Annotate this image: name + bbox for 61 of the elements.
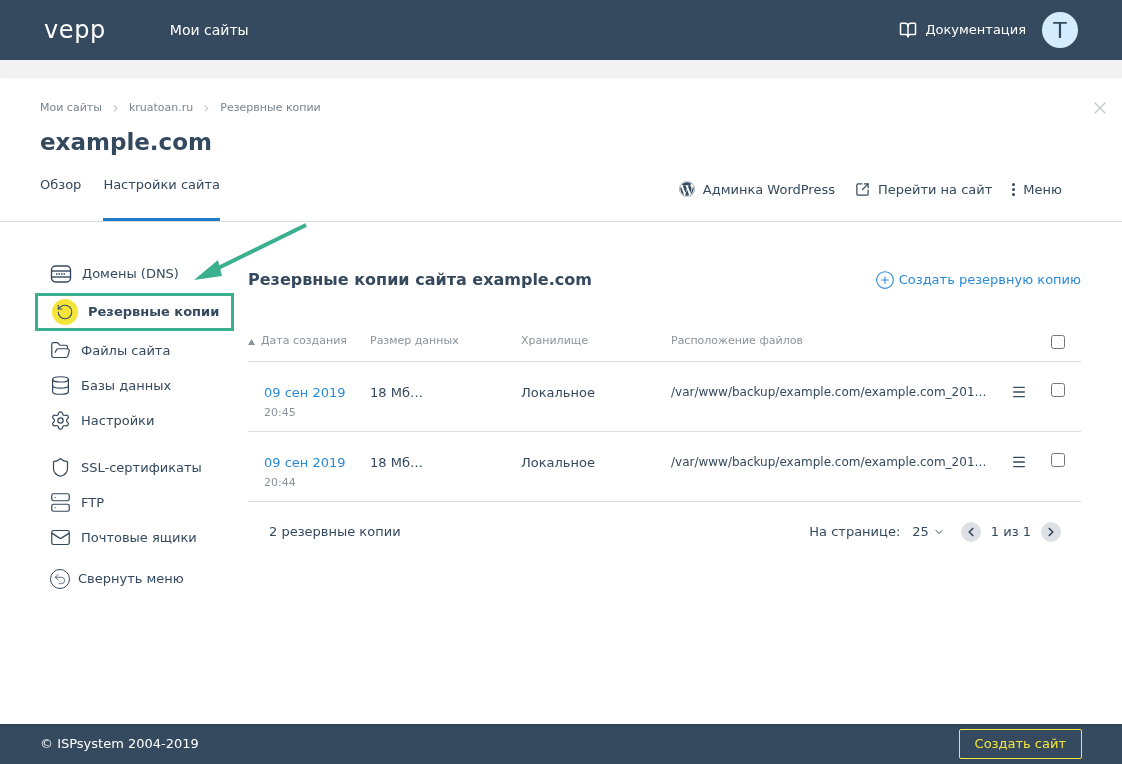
menu-button[interactable]: Меню xyxy=(1012,179,1062,199)
create-site-button[interactable]: Создать сайт xyxy=(958,729,1082,759)
next-page-button[interactable] xyxy=(1041,522,1061,542)
more-icon xyxy=(1012,182,1016,196)
external-link-icon xyxy=(854,181,870,197)
shield-icon xyxy=(50,457,71,478)
previous-page-button[interactable] xyxy=(960,522,981,542)
database-icon xyxy=(50,375,71,396)
section-heading: Резервные копии сайта example.com xyxy=(248,269,592,291)
date-link[interactable]: 09 сен 2019 xyxy=(264,453,370,473)
wordpress-admin-link[interactable]: Админка WordPress xyxy=(678,179,835,199)
server-icon xyxy=(50,492,71,513)
sidebar-item[interactable]: Файлы сайта xyxy=(36,333,183,368)
table-cell-text: /var/www/backup/example.com/example.com_201… xyxy=(671,384,988,401)
table-cell-text: 18 Мб… xyxy=(370,454,424,472)
create-backup-button[interactable]: Создать резервную копию xyxy=(874,270,1081,290)
book-icon xyxy=(899,21,918,39)
sidebar-item[interactable]: SSL-сертификаты xyxy=(36,450,214,485)
sidebar-item[interactable]: Резервные копии xyxy=(35,293,235,331)
table-cell-text: /var/www/backup/example.com/example.com_201… xyxy=(671,454,988,471)
docs-link[interactable]: Документация xyxy=(899,20,1026,40)
date-link[interactable]: 09 сен 2019 xyxy=(264,383,370,403)
table-cell-text: Локальное xyxy=(521,384,596,402)
select-all-checkbox[interactable] xyxy=(1051,334,1065,349)
table-cell-text: 18 Мб… xyxy=(370,384,424,402)
sidebar-item[interactable]: Настройки xyxy=(36,403,167,438)
settings-icon xyxy=(50,410,71,431)
sidebar-item[interactable]: Домены (DNS) xyxy=(36,256,191,291)
sidebar-item[interactable]: Почтовые ящики xyxy=(36,520,209,555)
breadcrumb-link[interactable]: Мои сайты xyxy=(40,100,102,117)
domain-icon xyxy=(50,262,72,285)
nav-link[interactable]: Мои сайты xyxy=(169,19,249,41)
folder-icon xyxy=(50,340,71,361)
sidebar-item[interactable]: Базы данных xyxy=(36,368,184,403)
menu-icon[interactable] xyxy=(1011,384,1027,400)
page-title: example.com xyxy=(40,127,213,157)
breadcrumb-link[interactable]: kruatoan.ru xyxy=(128,100,194,117)
time-text: 20:44 xyxy=(264,474,297,491)
per-page-label: На странице: xyxy=(809,523,901,542)
user-avatar[interactable]: T xyxy=(1042,12,1078,48)
wordpress-icon xyxy=(678,181,695,198)
menu-icon[interactable] xyxy=(1011,454,1027,470)
backup-icon xyxy=(52,299,78,325)
sidebar-item[interactable]: FTP xyxy=(36,485,117,520)
row-checkbox[interactable] xyxy=(1051,453,1065,467)
copyright-text: © ISPsystem 2004-2019 xyxy=(40,735,199,754)
per-page-select[interactable]: 25 xyxy=(912,522,945,542)
page-indicator: 1 из 1 xyxy=(990,523,1031,542)
current-page-label: Резервные копии xyxy=(220,100,321,116)
table-cell-text: Локальное xyxy=(521,454,596,472)
open-site-link[interactable]: Перейти на сайт xyxy=(854,179,993,199)
tab[interactable]: Настройки сайта xyxy=(103,174,221,221)
backup-count: 2 резервные копии xyxy=(268,523,401,542)
plus-icon xyxy=(874,270,895,290)
logo[interactable]: vepp xyxy=(44,12,106,48)
mail-icon xyxy=(50,527,71,548)
sort-icon xyxy=(248,338,255,345)
time-text: 20:45 xyxy=(264,404,297,421)
collapse-menu-button[interactable]: Свернуть меню xyxy=(36,569,248,589)
tab[interactable]: Обзор xyxy=(40,174,82,221)
row-checkbox[interactable] xyxy=(1051,383,1065,397)
